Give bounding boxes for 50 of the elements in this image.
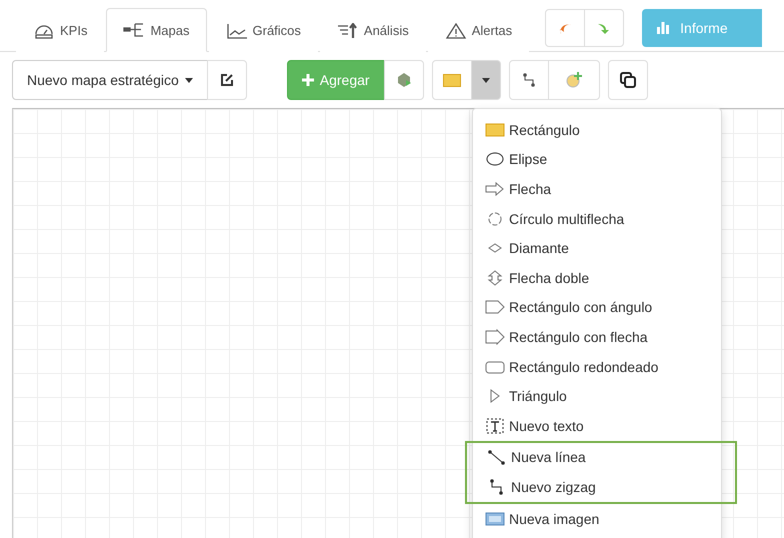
sort-icon: [336, 22, 359, 38]
pentagon-icon: [485, 299, 505, 316]
redo-button[interactable]: [584, 8, 624, 46]
edit-button[interactable]: [206, 60, 247, 100]
arrow-icon: [485, 180, 505, 197]
copy-icon: [620, 72, 636, 88]
menu-item[interactable]: Rectángulo: [473, 115, 721, 145]
double-arrow-icon: [485, 270, 505, 286]
move-button[interactable]: [384, 60, 424, 100]
menu-item[interactable]: Nueva imagen: [473, 504, 721, 534]
rectangle-icon: [442, 74, 461, 86]
connector-icon: [522, 73, 536, 87]
menu-item[interactable]: Triángulo: [473, 381, 721, 411]
rounded-rectangle-icon: [485, 358, 505, 375]
menu-item[interactable]: Flecha: [473, 174, 721, 204]
add-shape-icon: [564, 71, 583, 89]
warning-icon: [444, 22, 467, 38]
plus-icon: [302, 74, 314, 86]
arrow-box-icon: [485, 328, 505, 345]
menu-item[interactable]: Rectángulo con flecha: [473, 322, 721, 352]
map-select[interactable]: Nuevo mapa estratégico: [12, 60, 208, 100]
menu-item[interactable]: Elipse: [473, 144, 721, 174]
menu-item[interactable]: Nueva línea: [475, 442, 719, 472]
menu-item[interactable]: Nuevo zigzag: [475, 472, 719, 502]
undo-button[interactable]: [545, 8, 586, 46]
menu-item[interactable]: Nuevo texto: [473, 410, 721, 441]
menu-item[interactable]: Diamante: [473, 233, 721, 263]
bar-chart-icon: [656, 21, 670, 34]
add-image-button[interactable]: [548, 60, 600, 100]
hierarchy-icon: [123, 22, 146, 38]
connector-button[interactable]: [508, 60, 549, 100]
copy-button[interactable]: [608, 60, 648, 100]
shape-button[interactable]: [432, 60, 472, 100]
caret-icon: [482, 78, 490, 82]
image-icon: [485, 510, 505, 527]
menu-item[interactable]: Círculo multiflecha: [473, 204, 721, 234]
dropdown-button[interactable]: [470, 60, 501, 100]
caret-icon: [184, 78, 193, 82]
ellipse-icon: [485, 151, 505, 168]
text-icon: [485, 418, 505, 434]
menu-item[interactable]: Rectángulo redondeado: [473, 352, 721, 382]
menu-item[interactable]: Flecha doble: [473, 262, 721, 293]
tab[interactable]: Mapas: [106, 8, 206, 52]
rectangle-icon: [485, 122, 505, 138]
line-chart-icon: [226, 22, 248, 38]
line-icon: [487, 449, 507, 466]
cube-icon: [396, 72, 412, 88]
menu-item[interactable]: Rectángulo con ángulo: [473, 292, 721, 322]
edit-icon: [220, 73, 234, 87]
gauge-icon: [33, 22, 55, 38]
